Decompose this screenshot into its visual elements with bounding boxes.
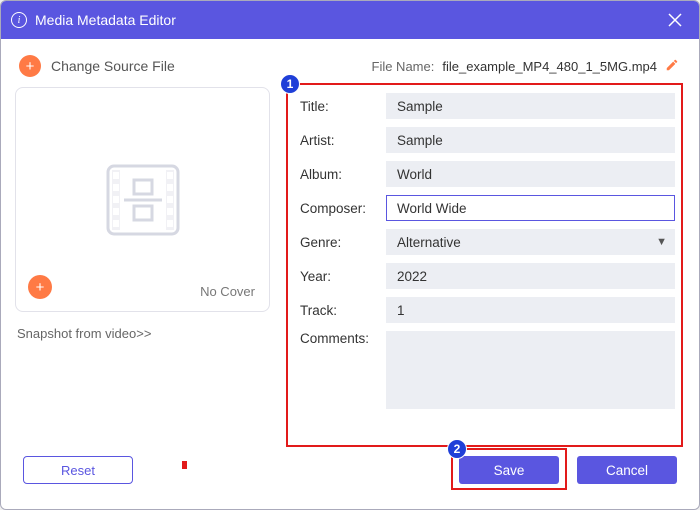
- snapshot-from-video-link[interactable]: Snapshot from video>>: [15, 326, 151, 341]
- title-label: Title:: [300, 99, 386, 114]
- comments-label: Comments:: [300, 331, 386, 346]
- info-icon: i: [11, 12, 27, 28]
- window-title: Media Metadata Editor: [35, 12, 176, 28]
- title-input[interactable]: [386, 93, 675, 119]
- composer-label: Composer:: [300, 201, 386, 216]
- track-label: Track:: [300, 303, 386, 318]
- annotation-badge-1: 1: [280, 74, 300, 94]
- cancel-button[interactable]: Cancel: [577, 456, 677, 484]
- comments-input[interactable]: [386, 331, 675, 409]
- add-cover-button[interactable]: +: [28, 275, 52, 299]
- genre-select[interactable]: [386, 229, 675, 255]
- annotation-badge-2: 2: [447, 439, 467, 459]
- year-input[interactable]: [386, 263, 675, 289]
- file-name-label: File Name:: [372, 59, 435, 74]
- year-label: Year:: [300, 269, 386, 284]
- composer-input[interactable]: [386, 195, 675, 221]
- reset-button[interactable]: Reset: [23, 456, 133, 484]
- change-source-file-label: Change Source File: [51, 58, 175, 74]
- plus-icon: +: [19, 55, 41, 77]
- change-source-file-button[interactable]: + Change Source File: [19, 55, 175, 77]
- save-button[interactable]: Save: [459, 456, 559, 484]
- edit-file-name-icon[interactable]: [665, 58, 679, 75]
- close-button[interactable]: [661, 6, 689, 34]
- cover-preview: + No Cover: [15, 87, 270, 312]
- track-input[interactable]: [386, 297, 675, 323]
- genre-label: Genre:: [300, 235, 386, 250]
- file-name-value: file_example_MP4_480_1_5MG.mp4: [442, 59, 657, 74]
- title-bar: i Media Metadata Editor: [1, 1, 699, 39]
- album-label: Album:: [300, 167, 386, 182]
- annotation-mark: [182, 461, 187, 469]
- artist-label: Artist:: [300, 133, 386, 148]
- no-cover-label: No Cover: [200, 284, 255, 299]
- artist-input[interactable]: [386, 127, 675, 153]
- film-icon: [98, 160, 188, 240]
- album-input[interactable]: [386, 161, 675, 187]
